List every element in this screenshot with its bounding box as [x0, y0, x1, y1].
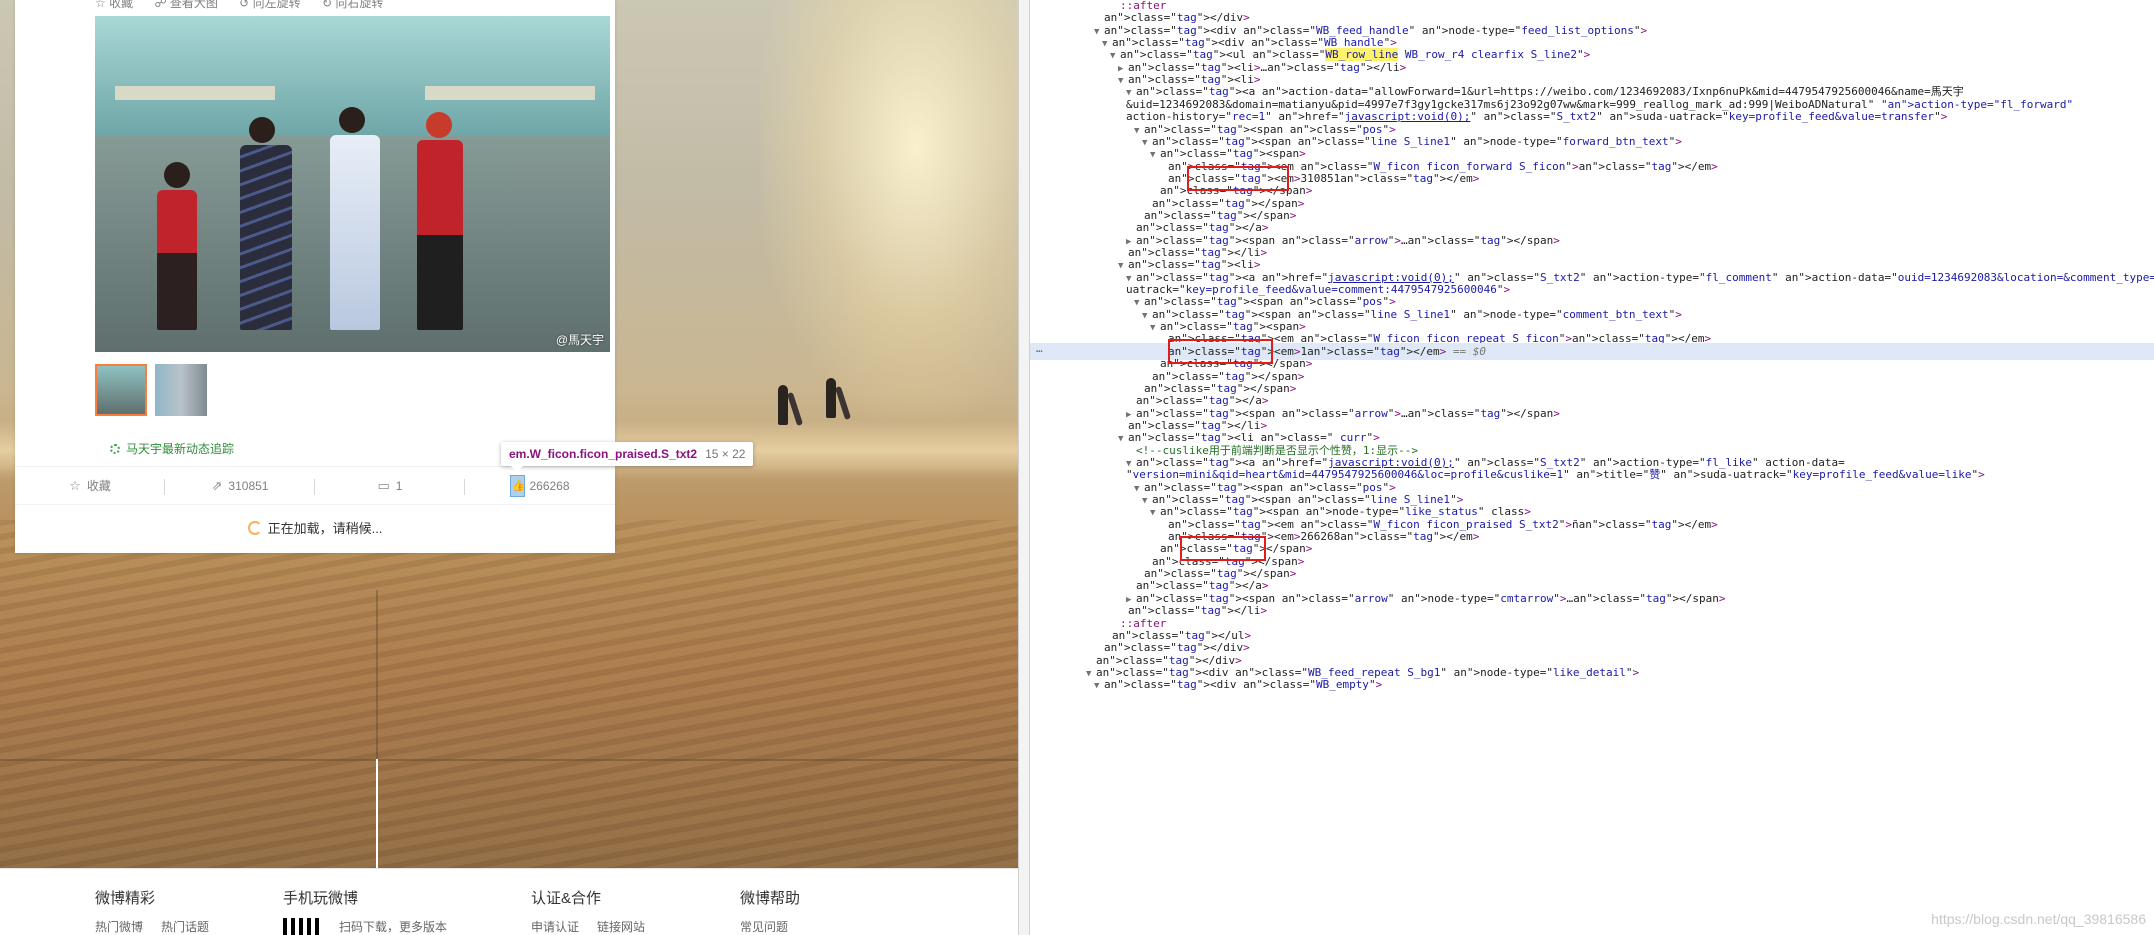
annotation-box	[1168, 338, 1273, 364]
surfer-figure	[826, 378, 836, 418]
footer-link[interactable]: 常见问题	[740, 920, 788, 934]
surfer-figure	[778, 385, 788, 425]
tile-seam	[376, 759, 378, 868]
tooltip-selector: em.W_ficon.ficon_praised.S_txt2	[509, 447, 698, 461]
footer-link[interactable]: 申请认证	[531, 920, 579, 934]
panel-splitter[interactable]	[1018, 0, 1030, 935]
comment-icon: ▭	[377, 477, 390, 493]
thumbnail-strip	[95, 364, 211, 418]
feed-handle-bar: ☆ 收藏 ⇗ 310851 ▭ 1 👍 266268	[15, 466, 615, 504]
sun-glow	[760, 0, 1018, 420]
favorite-button[interactable]: ☆ 收藏	[15, 467, 165, 504]
footer-link[interactable]: 扫码下载，更多版本	[339, 920, 447, 934]
thumbnail-selected[interactable]	[95, 364, 147, 416]
rotate-left-link[interactable]: ↺ 向左旋转	[239, 0, 300, 10]
forward-count: 310851	[228, 478, 269, 493]
site-footer: 微博精彩 热门微博 热门话题 手机玩微博 扫码下载，更多版本 认证&合作 申请认证…	[0, 868, 1018, 935]
performer	[240, 117, 292, 330]
footer-heading: 认证&合作	[531, 890, 602, 907]
stage-roof	[115, 86, 275, 100]
devtools-elements-panel: ::after an">class="tag"></div> ▼ an">class=…	[1030, 0, 2154, 935]
comment-button[interactable]: ▭ 1	[315, 467, 465, 504]
favorite-label: 收藏	[86, 479, 111, 493]
screenshot-root: ☆ 收藏 ☍ 查看大图 ↺ 向左旋转 ↻ 向右旋转 @馬天宇 马天宇最新动态追踪…	[0, 0, 2154, 935]
footer-column: 手机玩微博 扫码下载，更多版本	[283, 887, 465, 935]
footer-link[interactable]: 热门微博	[95, 920, 143, 934]
ellipsis-icon[interactable]: …	[1036, 342, 1043, 355]
footer-heading: 手机玩微博	[283, 890, 359, 907]
loading-text: 正在加载，请稍候...	[267, 521, 383, 536]
follow-text: 马天宇最新动态追踪	[126, 442, 235, 456]
like-button[interactable]: 👍 266268	[465, 467, 615, 504]
sand	[0, 520, 1018, 868]
footer-link[interactable]: 链接网站	[597, 920, 645, 934]
footer-column: 微博帮助 常见问题	[740, 887, 806, 935]
dom-tree-line[interactable]: ▼ an">class="tag"><div an">class="WB_empt…	[1030, 676, 2154, 693]
annotation-box	[1180, 536, 1266, 562]
image-toolbar: ☆ 收藏 ☍ 查看大图 ↺ 向左旋转 ↻ 向右旋转	[95, 0, 401, 10]
performer	[417, 112, 463, 330]
photo-watermark: @馬天宇	[555, 333, 604, 347]
qr-code-icon	[283, 918, 321, 935]
forward-icon: ⇗	[211, 477, 223, 493]
annotation-box	[1187, 165, 1289, 191]
loading-indicator: 正在加载，请稍候...	[15, 504, 615, 552]
collect-image-link[interactable]: ☆ 收藏	[95, 0, 133, 10]
spinner-icon	[247, 521, 262, 535]
tooltip-size: 15 × 22	[705, 447, 746, 461]
thumbs-up-icon: 👍	[510, 474, 526, 497]
footer-link[interactable]: 热门话题	[161, 920, 209, 934]
expand-triangle-icon[interactable]: ▼	[1094, 678, 1104, 695]
footer-heading: 微博帮助	[740, 890, 801, 907]
performer	[330, 107, 380, 330]
blog-watermark: https://blog.csdn.net/qq_39816586	[1931, 911, 2146, 927]
stage-roof	[425, 86, 595, 100]
weibo-page: ☆ 收藏 ☍ 查看大图 ↺ 向左旋转 ↻ 向右旋转 @馬天宇 马天宇最新动态追踪…	[0, 0, 1018, 935]
footer-column: 微博精彩 热门微博 热门话题	[95, 887, 227, 935]
performer	[155, 162, 199, 330]
forward-button[interactable]: ⇗ 310851	[165, 467, 315, 504]
rotate-right-link[interactable]: ↻ 向右旋转	[322, 0, 383, 10]
footer-column: 认证&合作 申请认证 链接网站	[531, 887, 663, 935]
view-large-image-link[interactable]: ☍ 查看大图	[154, 0, 218, 10]
comment-count: 1	[395, 478, 403, 493]
like-count: 266268	[529, 478, 570, 493]
footer-heading: 微博精彩	[95, 890, 156, 907]
star-icon: ☆	[69, 477, 81, 493]
thumbnail[interactable]	[155, 364, 208, 416]
post-photo[interactable]: @馬天宇	[95, 16, 610, 352]
inspect-tooltip: em.W_ficon.ficon_praised.S_txt2 15 × 22	[501, 442, 754, 472]
follow-icon	[110, 444, 120, 454]
tile-seam	[0, 759, 1018, 761]
follow-updates-link[interactable]: 马天宇最新动态追踪	[110, 440, 234, 457]
